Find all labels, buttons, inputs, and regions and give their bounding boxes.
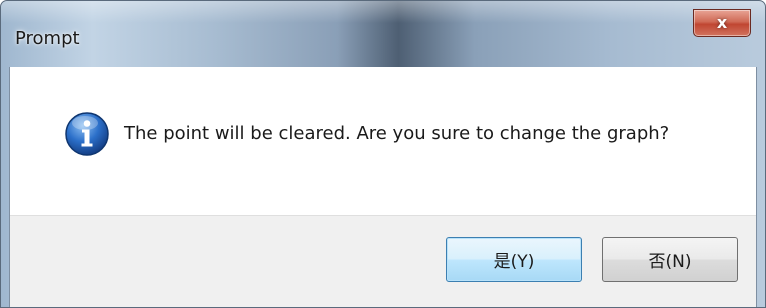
close-button[interactable]: x [693,9,751,37]
yes-button[interactable]: 是(Y) [446,237,582,282]
message-area: The point will be cleared. Are you sure … [10,67,756,215]
dialog-content: The point will be cleared. Are you sure … [9,67,757,307]
title-bar[interactable]: Prompt x [1,1,765,67]
close-icon: x [716,13,728,32]
window-title: Prompt [15,28,80,49]
button-bar: 是(Y) 否(N) [10,215,756,307]
no-button[interactable]: 否(N) [602,237,738,282]
prompt-dialog-window: Prompt x The point will be cleared. Are … [0,0,766,308]
dialog-message: The point will be cleared. Are you sure … [124,123,670,144]
info-icon [65,112,109,156]
